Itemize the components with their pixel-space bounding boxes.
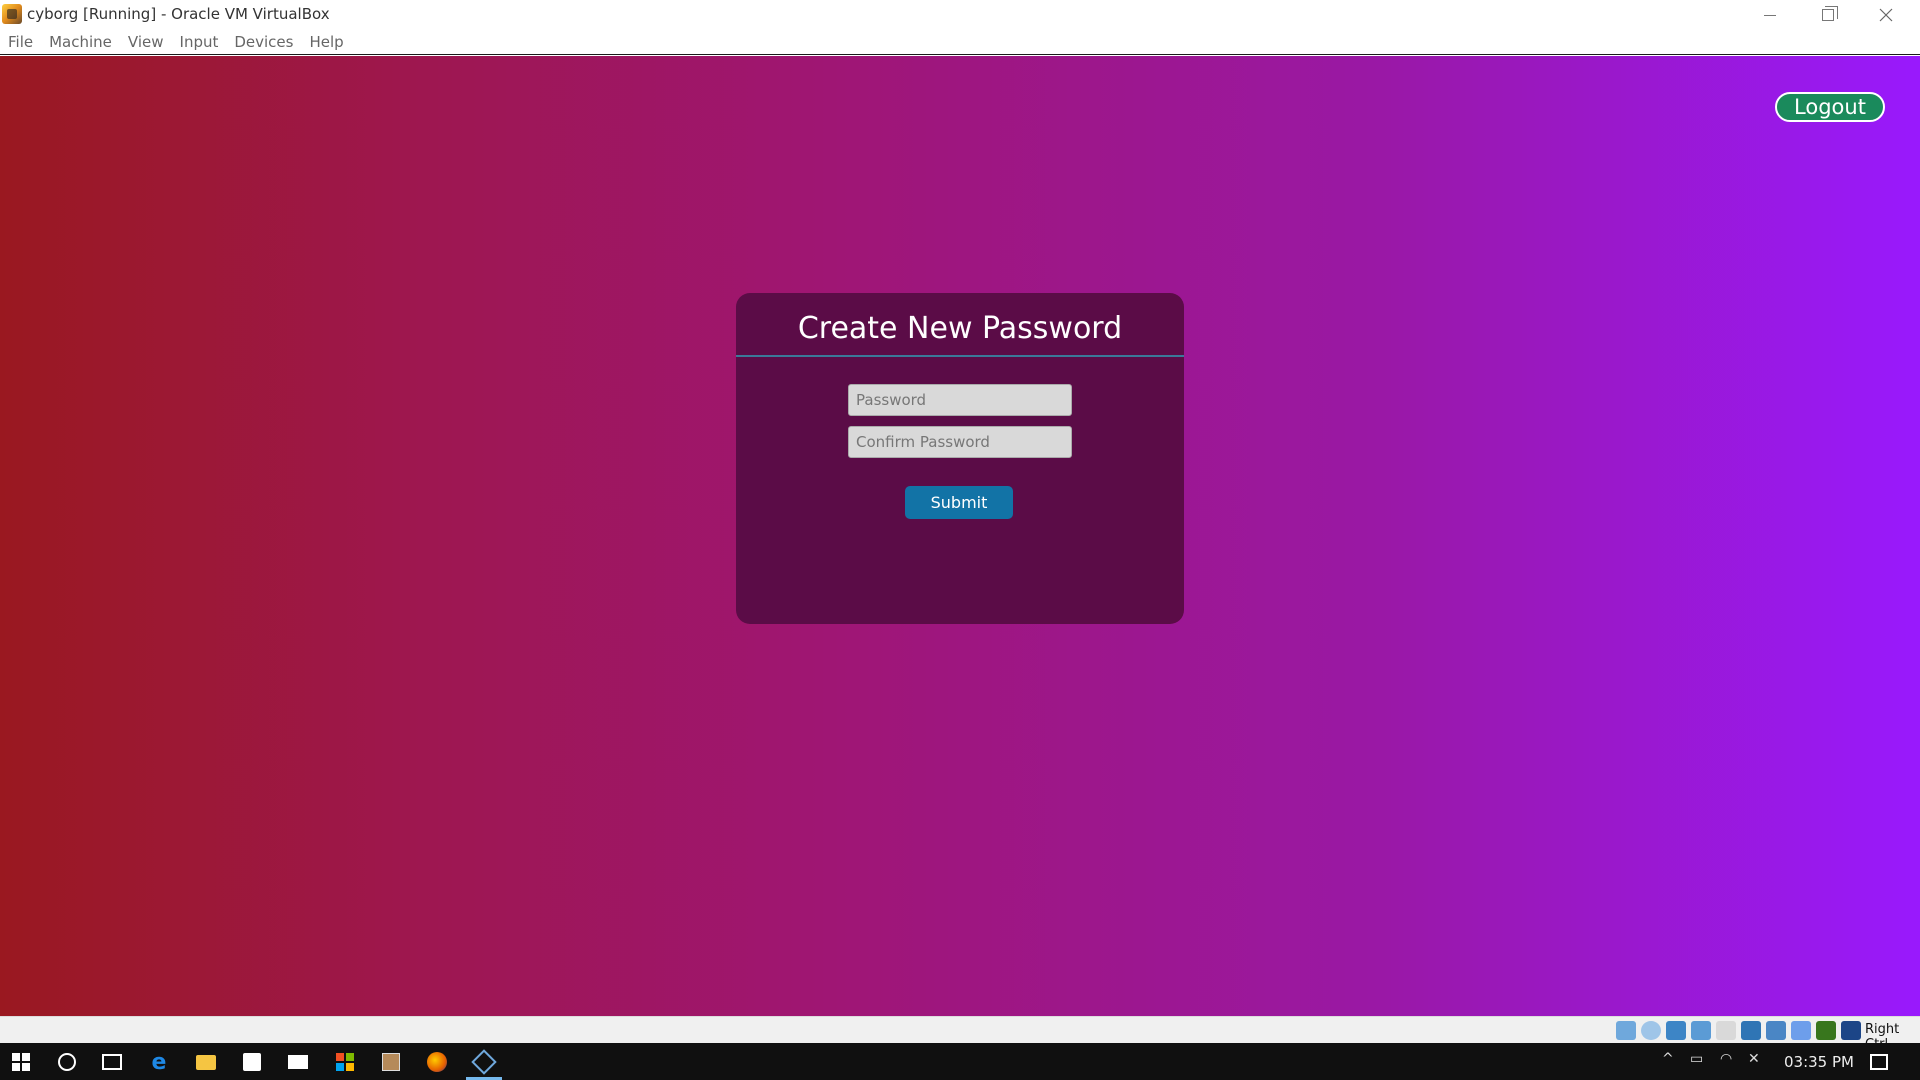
archive-icon[interactable] [372,1047,410,1077]
submit-button[interactable]: Submit [905,486,1013,519]
audio-icon[interactable] [1666,1021,1686,1040]
logout-button[interactable]: Logout [1775,92,1885,122]
shared-folders-icon[interactable] [1741,1021,1761,1040]
hard-disk-icon[interactable] [1616,1021,1636,1040]
close-button[interactable] [1858,0,1914,30]
edge-icon[interactable]: e [140,1047,178,1077]
battery-icon[interactable]: ▭ [1690,1051,1703,1067]
menu-devices[interactable]: Devices [226,30,301,54]
recording-icon[interactable] [1791,1021,1811,1040]
menu-input[interactable]: Input [172,30,227,54]
create-password-card: Create New Password Password Confirm Pas… [736,293,1184,624]
mouse-integration-icon[interactable] [1841,1021,1861,1040]
virtualbox-app-icon [2,4,22,24]
usb-icon[interactable] [1716,1021,1736,1040]
taskbar-clock[interactable]: 03:35 PM [1784,1053,1854,1071]
cortana-icon[interactable] [48,1047,86,1077]
action-center-icon[interactable] [1860,1047,1898,1077]
menu-bar: File Machine View Input Devices Help [0,30,1920,55]
windows-taskbar: e ^ ▭ ◠ ✕ 03:35 PM [0,1043,1920,1080]
mail-icon[interactable] [279,1047,317,1077]
virtualbox-taskbar-icon[interactable] [465,1047,503,1077]
restore-button[interactable] [1800,0,1856,30]
menu-machine[interactable]: Machine [41,30,120,54]
windows-logo-icon [12,1053,30,1071]
menu-help[interactable]: Help [301,30,351,54]
form-title: Create New Password [797,311,1123,346]
menu-file[interactable]: File [0,30,41,54]
title-divider [736,355,1184,357]
windows-app-icon[interactable] [326,1047,364,1077]
vm-status-bar: Right Ctrl [0,1016,1920,1052]
show-hidden-icons-icon[interactable]: ^ [1662,1051,1674,1067]
file-explorer-icon[interactable] [187,1047,225,1077]
display-icon[interactable] [1766,1021,1786,1040]
colored-grid-icon [336,1053,354,1071]
vm-display[interactable]: Logout Create New Password Password Conf… [0,56,1920,1016]
task-view-icon[interactable] [93,1047,131,1077]
cpu-icon[interactable] [1816,1021,1836,1040]
start-icon[interactable] [2,1047,40,1077]
firefox-icon[interactable] [418,1047,456,1077]
minimize-icon [1764,14,1776,16]
wifi-icon[interactable]: ◠ [1720,1051,1732,1067]
minimize-button[interactable] [1742,0,1798,30]
password-input[interactable]: Password [848,384,1072,416]
window-titlebar: cyborg [Running] - Oracle VM VirtualBox [0,0,1920,30]
menu-view[interactable]: View [120,30,172,54]
network-icon[interactable] [1691,1021,1711,1040]
optical-drive-icon[interactable] [1641,1021,1661,1040]
window-title: cyborg [Running] - Oracle VM VirtualBox [27,5,330,23]
close-icon [1879,8,1893,22]
volume-muted-icon[interactable]: ✕ [1748,1051,1760,1067]
store-icon[interactable] [233,1047,271,1077]
restore-icon [1822,6,1838,21]
confirm-password-input[interactable]: Confirm Password [848,426,1072,458]
